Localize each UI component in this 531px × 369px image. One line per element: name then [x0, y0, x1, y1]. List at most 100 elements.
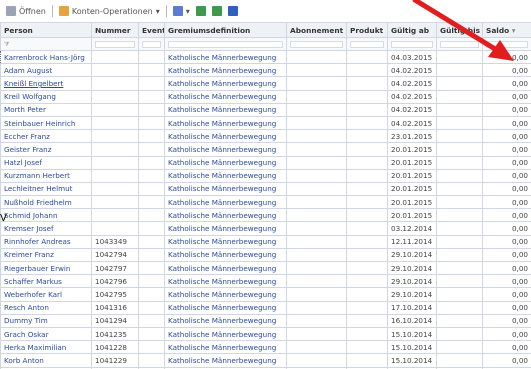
table-row[interactable]: Rinnhofer Andreas 1043349 Katholische Männ…: [0, 234, 531, 249]
cell-person[interactable]: Lechleitner Helmut: [0, 181, 92, 197]
cell-person[interactable]: Rinnhofer Andreas: [0, 234, 92, 249]
cell-gremium[interactable]: Katholische Männerbewegung: [164, 129, 287, 144]
table-row[interactable]: Karrenbrock Hans-Jörg Katholische Männerb…: [0, 49, 531, 65]
table-row[interactable]: Resch Anton 1041316 Katholische Männerbewe…: [0, 300, 531, 315]
cell-event: [138, 326, 165, 342]
cell-person[interactable]: Riegerbauer Erwin: [0, 260, 92, 276]
chart-button[interactable]: [227, 6, 238, 16]
cell-gremium[interactable]: Katholische Männerbewegung: [164, 49, 287, 65]
cell-gremium[interactable]: Katholische Männerbewegung: [164, 326, 287, 342]
cell-person[interactable]: Schaffer Markus: [0, 274, 92, 289]
cell-person[interactable]: Nußhold Friedhelm: [0, 195, 92, 210]
cell-gremium[interactable]: Katholische Männerbewegung: [164, 234, 287, 249]
filter-gremium[interactable]: [164, 37, 287, 51]
table-row[interactable]: Adam August Katholische Männerbewegung 04.…: [0, 63, 531, 78]
table-row[interactable]: Kreil Wolfgang Katholische Männerbewegung…: [0, 89, 531, 104]
cell-gremium[interactable]: Katholische Männerbewegung: [164, 195, 287, 210]
cell-gremium[interactable]: Katholische Männerbewegung: [164, 313, 287, 328]
cell-person[interactable]: Steinbauer Heinrich: [0, 115, 92, 131]
cell-person[interactable]: Weberhofer Karl: [0, 287, 92, 302]
cell-person[interactable]: Schmid Johann: [0, 208, 92, 223]
cell-gremium[interactable]: Katholische Männerbewegung: [164, 142, 287, 157]
cell-gremium[interactable]: Katholische Männerbewegung: [164, 247, 287, 263]
table-row[interactable]: Eccher Franz Katholische Männerbewegung 23…: [0, 129, 531, 144]
cell-person[interactable]: Kurzmann Herbert: [0, 168, 92, 183]
col-header-event[interactable]: Event: [138, 22, 165, 38]
table-row[interactable]: Nußhold Friedhelm Katholische Männerbeweg…: [0, 195, 531, 210]
cell-gremium[interactable]: Katholische Männerbewegung: [164, 260, 287, 276]
col-header-gremiumsdefinition[interactable]: Gremiumsdefinition: [164, 22, 287, 38]
col-header-produkt[interactable]: Produkt: [346, 22, 388, 38]
cell-gremium[interactable]: Katholische Männerbewegung: [164, 340, 287, 355]
cell-person[interactable]: Adam August: [0, 63, 92, 78]
filter-gueltig-bis[interactable]: [436, 37, 483, 51]
table-row[interactable]: Hatzl Josef Katholische Männerbewegung 20.…: [0, 155, 531, 170]
excel-button[interactable]: [195, 6, 206, 16]
cell-person[interactable]: Geister Franz: [0, 142, 92, 157]
col-header-gueltig-ab[interactable]: Gültig ab: [387, 22, 437, 38]
cell-gremium[interactable]: Katholische Männerbewegung: [164, 181, 287, 197]
col-header-person[interactable]: Person: [0, 22, 92, 38]
table-row[interactable]: Lechleitner Helmut Katholische Männerbewe…: [0, 181, 531, 197]
table-row[interactable]: Steinbauer Heinrich Katholische Männerbew…: [0, 115, 531, 131]
cell-produkt: [346, 313, 388, 328]
table-row[interactable]: Geister Franz Katholische Männerbewegung 2…: [0, 142, 531, 157]
filter-person[interactable]: ⧩: [0, 37, 92, 51]
col-header-gueltig-bis[interactable]: Gültig bis: [436, 22, 483, 38]
table-row[interactable]: Dummy Tim 1041294 Katholische Männerbewegu…: [0, 313, 531, 328]
table-row[interactable]: Weberhofer Karl 1042795 Katholische Männer…: [0, 287, 531, 302]
konten-operationen-button[interactable]: Konten-Operationen ▾: [58, 6, 160, 16]
table-row[interactable]: Kurzmann Herbert Katholische Männerbewegu…: [0, 168, 531, 183]
cell-gremium[interactable]: Katholische Männerbewegung: [164, 102, 287, 117]
cell-gremium[interactable]: Katholische Männerbewegung: [164, 274, 287, 289]
cell-person[interactable]: Morth Peter: [0, 102, 92, 117]
col-header-abonnement[interactable]: Abonnement: [286, 22, 347, 38]
cell-person[interactable]: Grach Oskar: [0, 326, 92, 342]
table-row[interactable]: Kreimer Franz 1042794 Katholische Männerbe…: [0, 247, 531, 263]
cell-person[interactable]: Hatzl Josef: [0, 155, 92, 170]
filter-nummer[interactable]: [91, 37, 139, 51]
cell-person[interactable]: Kneißl Engelbert: [0, 76, 92, 91]
cell-gremium[interactable]: Katholische Männerbewegung: [164, 89, 287, 104]
cell-gueltig-bis: [436, 115, 483, 131]
cell-person[interactable]: Kremser Josef: [0, 221, 92, 236]
filter-gueltig-ab[interactable]: [387, 37, 437, 51]
columns-button[interactable]: [211, 6, 222, 16]
open-button[interactable]: Öffnen: [6, 6, 46, 16]
cell-person[interactable]: Karrenbrock Hans-Jörg: [0, 49, 92, 65]
filter-event[interactable]: [138, 37, 165, 51]
cell-gremium[interactable]: Katholische Männerbewegung: [164, 208, 287, 223]
filter-saldo[interactable]: [482, 37, 531, 51]
cell-gremium[interactable]: Katholische Männerbewegung: [164, 115, 287, 131]
table-row[interactable]: Kneißl Engelbert Katholische Männerbewegu…: [0, 76, 531, 91]
table-row[interactable]: Korb Anton 1041229 Katholische Männerbeweg…: [0, 353, 531, 368]
filter-abonnement[interactable]: [286, 37, 347, 51]
col-header-nummer[interactable]: Nummer: [91, 22, 139, 38]
cell-gremium[interactable]: Katholische Männerbewegung: [164, 221, 287, 236]
table-row[interactable]: Grach Oskar 1041235 Katholische Männerbewe…: [0, 326, 531, 342]
cell-person[interactable]: Kreimer Franz: [0, 247, 92, 263]
cell-person[interactable]: Kreil Wolfgang: [0, 89, 92, 104]
cell-person[interactable]: Herka Maximilian: [0, 340, 92, 355]
cell-person[interactable]: Dummy Tim: [0, 313, 92, 328]
table-row[interactable]: Herka Maximilian 1041228 Katholische Männe…: [0, 340, 531, 355]
cell-person[interactable]: Korb Anton: [0, 353, 92, 368]
table-row[interactable]: Schmid Johann Katholische Männerbewegung 2…: [0, 208, 531, 223]
cell-gremium[interactable]: Katholische Männerbewegung: [164, 76, 287, 91]
table-row[interactable]: Kremser Josef Katholische Männerbewegung 0…: [0, 221, 531, 236]
cell-person[interactable]: Resch Anton: [0, 300, 92, 315]
cell-gremium[interactable]: Katholische Männerbewegung: [164, 300, 287, 315]
cell-gremium[interactable]: Katholische Männerbewegung: [164, 353, 287, 368]
filter-produkt[interactable]: [346, 37, 388, 51]
table-row[interactable]: Schaffer Markus 1042796 Katholische Männer…: [0, 274, 531, 289]
cell-person[interactable]: Eccher Franz: [0, 129, 92, 144]
col-header-saldo[interactable]: Saldo ▾: [482, 22, 531, 38]
table-row[interactable]: Riegerbauer Erwin 1042797 Katholische Männ…: [0, 260, 531, 276]
cell-gremium[interactable]: Katholische Männerbewegung: [164, 168, 287, 183]
cell-gremium[interactable]: Katholische Männerbewegung: [164, 287, 287, 302]
cell-gueltig-ab: 04.02.2015: [387, 115, 437, 131]
table-row[interactable]: Morth Peter Katholische Männerbewegung 04.…: [0, 102, 531, 117]
cell-gremium[interactable]: Katholische Männerbewegung: [164, 63, 287, 78]
export-button[interactable]: ▾: [172, 6, 190, 16]
cell-gremium[interactable]: Katholische Männerbewegung: [164, 155, 287, 170]
